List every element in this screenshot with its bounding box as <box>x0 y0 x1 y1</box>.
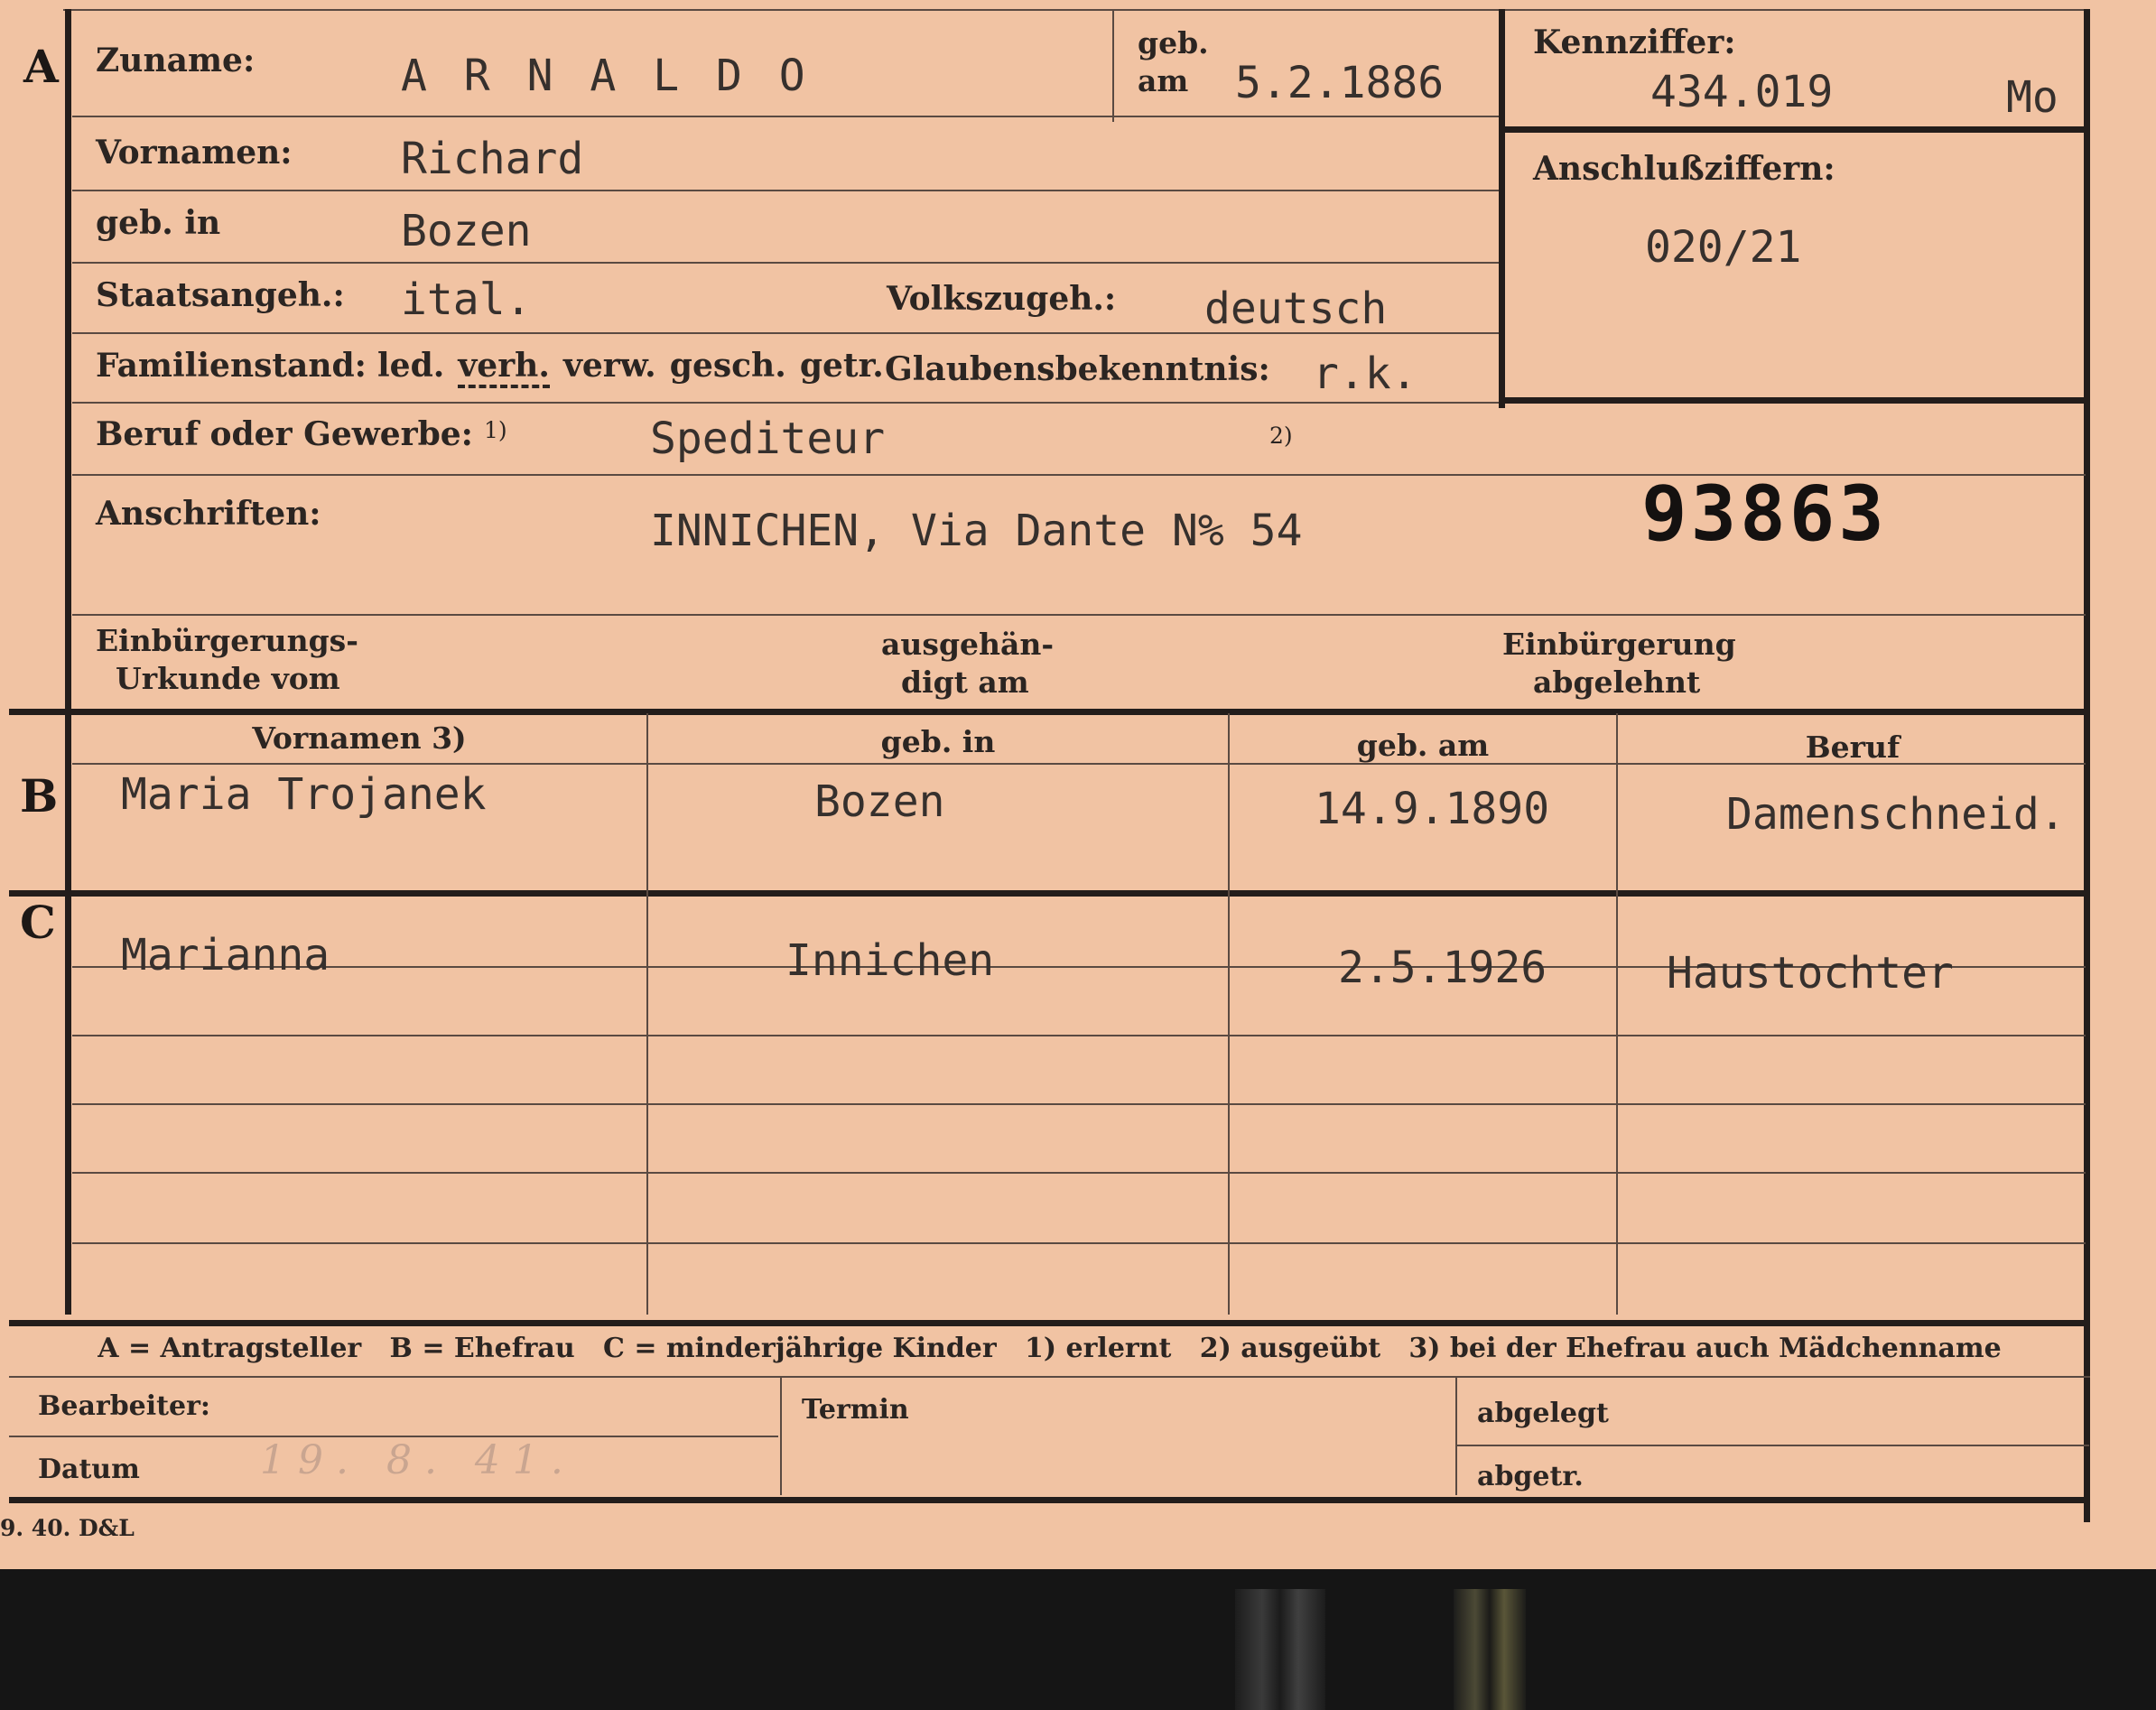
col-header-occupation: Beruf <box>1805 730 1900 765</box>
rule <box>72 1103 2086 1105</box>
child-occupation: Haustochter <box>1667 948 1954 999</box>
marital-option: led. <box>377 347 445 385</box>
id-number-value: 434.019 <box>1650 67 1834 117</box>
scan-artifact <box>1235 1589 1325 1710</box>
surname-value: A R N A L D O <box>401 51 811 101</box>
child-birthplace: Innichen <box>785 935 995 986</box>
ethnicity-label: Volkszugeh.: <box>887 280 1117 318</box>
rule <box>1616 713 1618 1315</box>
col-header-birthplace: geb. in <box>880 724 996 759</box>
naturalization-doc-label-2: Urkunde vom <box>116 661 340 696</box>
rule <box>646 713 648 1315</box>
spouse-birthplace: Bozen <box>814 776 945 827</box>
col-header-birth-date: geb. am <box>1356 728 1490 763</box>
section-b-marker: B <box>20 769 59 822</box>
id-number-label: Kennziffer: <box>1533 23 1736 61</box>
col-header-first-names: Vornamen 3) <box>252 720 467 756</box>
birthplace-value: Bozen <box>401 206 532 256</box>
occupation-note-2: 2) <box>1269 423 1293 449</box>
scan-background <box>0 1569 2156 1710</box>
linked-numbers-label: Anschlußziffern: <box>1533 150 1835 188</box>
religion-label: Glaubensbekenntnis: <box>885 350 1270 388</box>
occupation-label: Beruf oder Gewerbe: <box>96 415 473 453</box>
rule <box>9 1320 2090 1326</box>
handed-over-label-1: ausgehän- <box>881 627 1055 662</box>
rule <box>72 614 2086 616</box>
spouse-occupation: Damenschneid. <box>1726 789 2066 840</box>
first-names-value: Richard <box>401 134 584 184</box>
rule <box>1499 9 1505 408</box>
print-mark: 9. 40. D&L <box>0 1515 135 1541</box>
rule <box>72 402 1499 404</box>
rule <box>1112 9 1114 122</box>
citizenship-value: ital. <box>401 274 532 325</box>
rule <box>1457 1445 2089 1446</box>
handed-over-label-2: digt am <box>901 664 1029 700</box>
rule <box>9 890 2090 897</box>
marital-option: gesch. <box>669 347 786 385</box>
child-birth-date: 2.5.1926 <box>1338 943 1547 993</box>
rule <box>63 9 2086 11</box>
birthplace-label: geb. in <box>96 204 221 242</box>
section-a-marker: A <box>23 40 59 93</box>
religion-value: r.k. <box>1313 349 1417 399</box>
rule <box>9 1497 2090 1503</box>
rule <box>1499 397 2090 404</box>
rule <box>9 1376 2090 1378</box>
rule <box>1455 1378 1457 1495</box>
date-stamp: 19. 8. 41. <box>260 1437 576 1483</box>
marital-option: verw. <box>562 347 656 385</box>
rule <box>780 1378 782 1495</box>
id-number-suffix: Mo <box>2006 72 2058 123</box>
rule <box>72 1242 2086 1244</box>
spouse-name: Maria Trojanek <box>121 769 487 820</box>
rule <box>72 1035 2086 1036</box>
birth-date-label-1: geb. <box>1138 25 1209 60</box>
occupation-note-1: 1) <box>484 417 507 443</box>
file-number: 93863 <box>1641 469 1888 558</box>
spouse-birth-date: 14.9.1890 <box>1315 784 1550 834</box>
rule <box>9 709 2090 715</box>
legend: A = Antragsteller B = Ehefrau C = minder… <box>98 1333 2002 1364</box>
separated-label: abgetr. <box>1477 1461 1584 1492</box>
rule <box>1228 713 1230 1315</box>
marital-options: led. verh. verw. gesch. getr. <box>377 347 884 388</box>
rule <box>1499 126 2090 133</box>
address-label: Anschriften: <box>96 495 321 533</box>
registration-card: A B C Zuname: A R N A L D O geb. am 5.2.… <box>0 0 2156 1569</box>
birth-date-label-2: am <box>1138 63 1189 98</box>
deadline-label: Termin <box>802 1394 909 1426</box>
first-names-label: Vornamen: <box>96 134 293 172</box>
section-c-marker: C <box>20 896 56 949</box>
address-value: INNICHEN, Via Dante N% 54 <box>650 506 1303 556</box>
rule <box>72 116 1499 117</box>
surname-label: Zuname: <box>96 42 256 79</box>
naturalization-denied-label-2: abgelehnt <box>1533 664 1701 700</box>
naturalization-doc-label-1: Einbürgerungs- <box>96 623 358 658</box>
rule <box>72 190 1499 191</box>
rule <box>65 713 71 1315</box>
clerk-label: Bearbeiter: <box>38 1390 210 1422</box>
birth-date-value: 5.2.1886 <box>1235 58 1445 108</box>
ethnicity-value: deutsch <box>1204 283 1388 334</box>
marital-status-label: Familienstand: <box>96 347 367 385</box>
linked-numbers-value: 020/21 <box>1645 222 1802 273</box>
occupation-value: Spediteur <box>650 414 886 464</box>
filed-label: abgelegt <box>1477 1398 1609 1429</box>
naturalization-denied-label-1: Einbürgerung <box>1502 627 1736 662</box>
child-name: Marianna <box>121 930 330 980</box>
rule <box>2084 9 2090 1522</box>
date-label: Datum <box>38 1454 140 1485</box>
marital-option: getr. <box>799 347 884 385</box>
scan-artifact <box>1454 1589 1526 1710</box>
rule <box>72 262 1499 264</box>
rule <box>72 1172 2086 1174</box>
marital-option-selected: verh. <box>458 347 550 388</box>
citizenship-label: Staatsangeh.: <box>96 276 345 314</box>
